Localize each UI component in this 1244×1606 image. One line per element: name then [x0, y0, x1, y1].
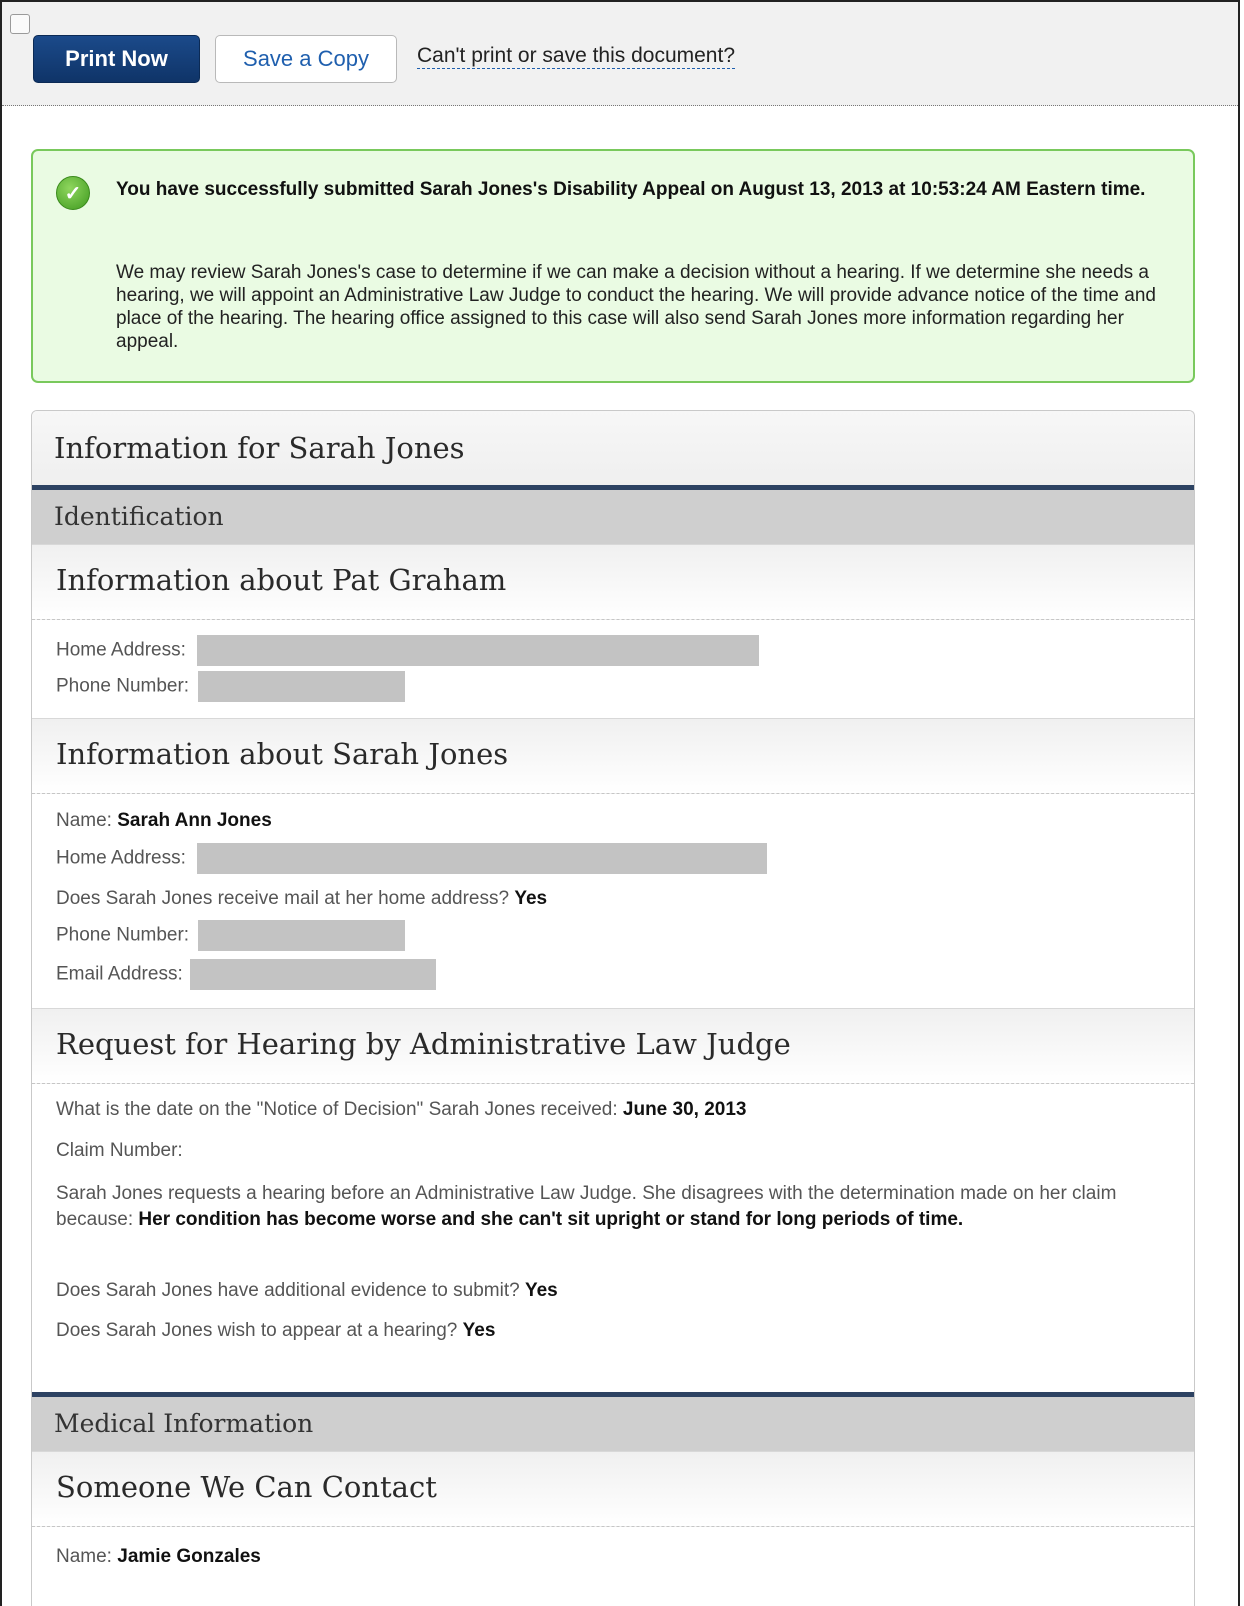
subsection-sarah-jones: Information about Sarah Jones: [32, 718, 1194, 794]
sarah-email-row: Email Address:: [56, 959, 437, 990]
sarah-name-label: Name:: [56, 810, 112, 831]
subsection-someone-we-can-contact: Someone We Can Contact: [32, 1451, 1194, 1527]
subsection-contact-heading: Someone We Can Contact: [56, 1470, 437, 1504]
sarah-phone-label: Phone Number:: [56, 924, 190, 946]
hearing-request-paragraph: Sarah Jones requests a hearing before an…: [56, 1181, 1146, 1233]
information-panel: Information for Sarah Jones Identificati…: [31, 410, 1195, 1606]
section-identification: Identification: [32, 490, 1194, 544]
appear-row: Does Sarah Jones wish to appear at a hea…: [56, 1320, 495, 1342]
check-circle-icon: ✓: [56, 176, 90, 210]
notice-date-question: What is the date on the "Notice of Decis…: [56, 1099, 618, 1120]
notice-date-answer: June 30, 2013: [622, 1099, 747, 1120]
success-title: You have successfully submitted Sarah Jo…: [116, 179, 1146, 200]
evidence-question: Does Sarah Jones have additional evidenc…: [56, 1280, 520, 1301]
claim-number-row: Claim Number:: [56, 1140, 183, 1162]
section-medical: Medical Information: [32, 1397, 1194, 1451]
panel-title: Information for Sarah Jones: [54, 431, 465, 465]
section-medical-label: Medical Information: [54, 1409, 314, 1438]
contact-name-label: Name:: [56, 1546, 112, 1567]
appear-question: Does Sarah Jones wish to appear at a hea…: [56, 1320, 458, 1341]
sarah-mail-answer: Yes: [514, 888, 548, 909]
redacted-email: [190, 959, 437, 990]
notice-date-row: What is the date on the "Notice of Decis…: [56, 1099, 747, 1121]
sarah-mail-question: Does Sarah Jones receive mail at her hom…: [56, 888, 510, 909]
subsection-pat-graham-heading: Information about Pat Graham: [56, 563, 507, 597]
hearing-request-reason: Her condition has become worse and she c…: [138, 1209, 964, 1230]
pat-phone-row: Phone Number:: [56, 671, 406, 702]
save-a-copy-button[interactable]: Save a Copy: [215, 35, 397, 83]
sarah-name-value: Sarah Ann Jones: [117, 810, 272, 831]
claim-number-label: Claim Number:: [56, 1140, 183, 1161]
redacted-address: [197, 635, 760, 666]
sarah-mail-row: Does Sarah Jones receive mail at her hom…: [56, 888, 547, 910]
sarah-name-row: Name: Sarah Ann Jones: [56, 810, 272, 832]
cant-print-help-link[interactable]: Can't print or save this document?: [417, 44, 736, 69]
sarah-phone-row: Phone Number:: [56, 920, 406, 951]
subsection-sarah-jones-heading: Information about Sarah Jones: [56, 737, 509, 771]
panel-header: Information for Sarah Jones: [32, 411, 1194, 490]
success-body: We may review Sarah Jones's case to dete…: [116, 262, 1156, 352]
sarah-home-address-label: Home Address:: [56, 847, 186, 869]
section-identification-label: Identification: [54, 502, 224, 531]
subsection-pat-graham: Information about Pat Graham: [32, 544, 1194, 620]
subsection-request-hearing: Request for Hearing by Administrative La…: [32, 1008, 1194, 1084]
appear-answer: Yes: [462, 1320, 496, 1341]
redacted-phone: [198, 671, 406, 702]
contact-name-value: Jamie Gonzales: [117, 1546, 261, 1567]
contact-name-row: Name: Jamie Gonzales: [56, 1546, 261, 1568]
redacted-phone: [198, 920, 406, 951]
subsection-request-hearing-heading: Request for Hearing by Administrative La…: [56, 1027, 791, 1061]
sarah-email-label: Email Address:: [56, 963, 183, 985]
evidence-answer: Yes: [524, 1280, 558, 1301]
success-message: ✓ You have successfully submitted Sarah …: [31, 149, 1195, 383]
pat-home-address-label: Home Address:: [56, 639, 186, 661]
corner-checkbox[interactable]: [10, 14, 30, 34]
toolbar: Print Now Save a Copy Can't print or sav…: [2, 2, 1238, 106]
redacted-address: [197, 843, 768, 874]
pat-home-address-row: Home Address:: [56, 635, 760, 666]
pat-phone-label: Phone Number:: [56, 675, 190, 697]
print-now-button[interactable]: Print Now: [33, 35, 200, 83]
sarah-home-address-row: Home Address:: [56, 843, 768, 874]
evidence-row: Does Sarah Jones have additional evidenc…: [56, 1280, 558, 1302]
